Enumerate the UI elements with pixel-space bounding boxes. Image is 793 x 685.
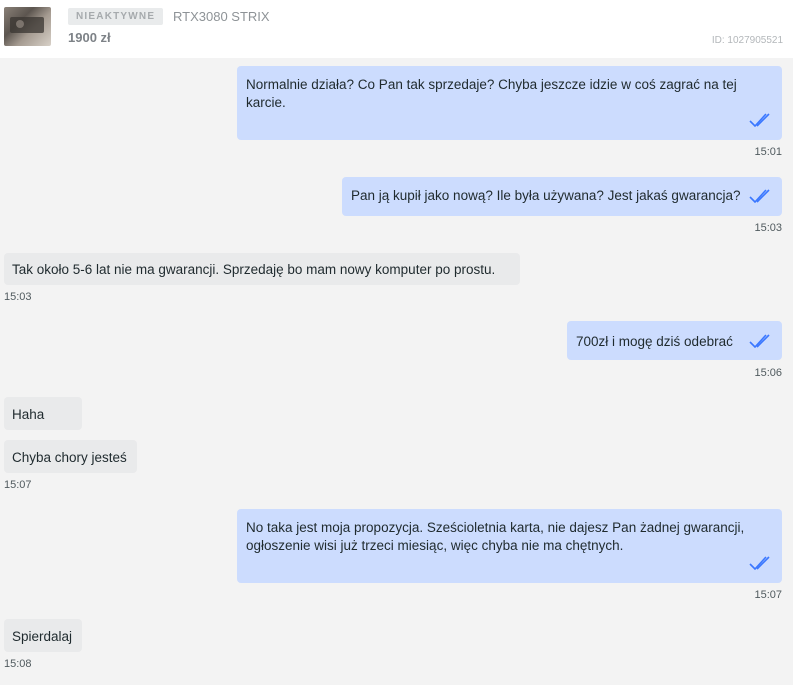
message-time: 15:03 bbox=[754, 222, 782, 234]
message-bubble-received: Tak około 5-6 lat nie ma gwarancji. Sprz… bbox=[4, 253, 520, 285]
message-text: Haha bbox=[12, 407, 45, 422]
message-text: Pan ją kupił jako nową? Ile była używana… bbox=[351, 188, 741, 203]
message-time: 15:07 bbox=[4, 479, 32, 491]
message-time: 15:01 bbox=[754, 146, 782, 158]
listing-title[interactable]: RTX3080 STRIX bbox=[173, 9, 270, 25]
message-bubble-sent: No taka jest moja propozycja. Sześciolet… bbox=[237, 509, 782, 583]
message-time: 15:06 bbox=[754, 367, 782, 379]
message-text: Chyba chory jesteś bbox=[12, 450, 127, 465]
message-time: 15:07 bbox=[754, 589, 782, 601]
message-text: Spierdalaj bbox=[12, 629, 73, 644]
message-text: Normalnie działa? Co Pan tak sprzedaje? … bbox=[246, 77, 737, 110]
message-time: 15:08 bbox=[4, 658, 32, 670]
message-text: Tak około 5-6 lat nie ma gwarancji. Sprz… bbox=[12, 262, 496, 277]
message-bubble-sent: Normalnie działa? Co Pan tak sprzedaje? … bbox=[237, 66, 782, 140]
listing-header: NIEAKTYWNE RTX3080 STRIX 1900 zł ID: 102… bbox=[0, 0, 793, 58]
double-check-icon bbox=[749, 556, 770, 570]
message-text: No taka jest moja propozycja. Sześciolet… bbox=[246, 520, 745, 553]
message-bubble-received: Spierdalaj bbox=[4, 619, 82, 652]
double-check-icon bbox=[749, 113, 770, 127]
status-badge: NIEAKTYWNE bbox=[68, 8, 164, 25]
double-check-icon bbox=[749, 334, 770, 348]
message-bubble-sent: 700zł i mogę dziś odebrać bbox=[567, 321, 782, 360]
message-text: 700zł i mogę dziś odebrać bbox=[576, 334, 733, 349]
message-time: 15:03 bbox=[4, 291, 32, 303]
listing-thumbnail[interactable] bbox=[4, 7, 51, 46]
message-bubble-received: Chyba chory jesteś bbox=[4, 440, 137, 473]
message-bubble-sent: Pan ją kupił jako nową? Ile była używana… bbox=[342, 177, 782, 216]
double-check-icon bbox=[749, 189, 770, 203]
message-bubble-received: Haha bbox=[4, 397, 82, 430]
listing-id: ID: 1027905521 bbox=[711, 35, 783, 46]
listing-price: 1900 zł bbox=[68, 30, 111, 45]
